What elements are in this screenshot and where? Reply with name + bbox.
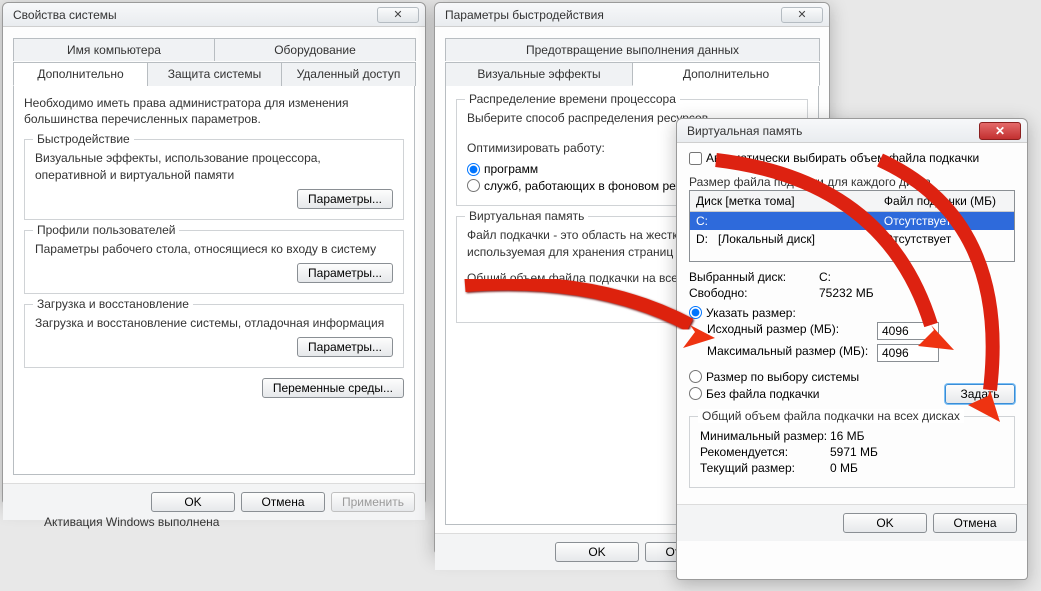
sysprops-tabs-row1: Имя компьютера Оборудование [13, 37, 415, 61]
system-properties-window: Свойства системы ✕ Имя компьютера Оборуд… [2, 2, 426, 504]
sysprops-titlebar: Свойства системы ✕ [3, 3, 425, 27]
per-disk-label: Размер файла подкачки для каждого диска [689, 174, 1015, 190]
disk-row-d[interactable]: D: [Локальный диск] Отсутствует [690, 230, 1014, 248]
close-icon[interactable]: ✕ [781, 7, 823, 23]
profiles-settings-button[interactable]: Параметры... [297, 263, 393, 283]
rec-value: 5971 МБ [830, 445, 878, 459]
scheduling-legend: Распределение времени процессора [465, 92, 680, 106]
min-label: Минимальный размер: [700, 429, 830, 443]
disk-row-c[interactable]: C: Отсутствует [690, 212, 1014, 230]
perfopts-tabs-row1: Предотвращение выполнения данных [445, 37, 819, 61]
cur-value: 0 МБ [830, 461, 858, 475]
selected-disk-label: Выбранный диск: [689, 270, 819, 284]
sysprops-ok-button[interactable]: OK [151, 492, 235, 512]
performance-settings-button[interactable]: Параметры... [297, 189, 393, 209]
perfopts-titlebar: Параметры быстродействия ✕ [435, 3, 829, 27]
radio-custom-size[interactable]: Указать размер: [689, 306, 1001, 320]
rec-label: Рекомендуется: [700, 445, 830, 459]
perfopts-ok-button[interactable]: OK [555, 542, 639, 562]
startup-legend: Загрузка и восстановление [33, 297, 193, 311]
startup-text: Загрузка и восстановление системы, отлад… [35, 315, 393, 331]
tab-remote[interactable]: Удаленный доступ [281, 62, 416, 86]
auto-manage-checkbox[interactable]: Автоматически выбирать объем файла подка… [689, 151, 979, 165]
col-file: Файл подкачки (МБ) [878, 191, 1014, 211]
close-icon[interactable]: ✕ [377, 7, 419, 23]
sysprops-apply-button[interactable]: Применить [331, 492, 415, 512]
sysprops-cancel-button[interactable]: Отмена [241, 492, 325, 512]
activation-status: Активация Windows выполнена [44, 515, 219, 529]
vmem-footer: OK Отмена [677, 504, 1027, 541]
max-size-input[interactable] [877, 344, 939, 362]
profiles-text: Параметры рабочего стола, относящиеся ко… [35, 241, 393, 257]
performance-text: Визуальные эффекты, использование процес… [35, 150, 393, 182]
cur-label: Текущий размер: [700, 461, 830, 475]
admin-rights-note: Необходимо иметь права администратора дл… [24, 95, 404, 127]
tab-system-protection[interactable]: Защита системы [147, 62, 282, 86]
radio-services[interactable]: служб, работающих в фоновом режиме [467, 179, 705, 193]
tab-dep[interactable]: Предотвращение выполнения данных [445, 38, 820, 61]
tab-advanced-perf[interactable]: Дополнительно [632, 62, 820, 86]
vmem-titlebar: Виртуальная память ✕ [677, 119, 1027, 143]
initial-size-label: Исходный размер (МБ): [707, 322, 877, 340]
vmem-title: Виртуальная память [687, 124, 802, 138]
vmem-ok-button[interactable]: OK [843, 513, 927, 533]
free-label: Свободно: [689, 286, 819, 300]
vmem-legend: Виртуальная память [465, 209, 588, 223]
tab-hardware[interactable]: Оборудование [214, 38, 416, 61]
sysprops-title: Свойства системы [13, 8, 117, 22]
free-value: 75232 МБ [819, 286, 874, 300]
disk-list-header: Диск [метка тома] Файл подкачки (МБ) [690, 191, 1014, 212]
close-icon[interactable]: ✕ [979, 122, 1021, 140]
perfopts-title: Параметры быстродействия [445, 8, 604, 22]
env-vars-button[interactable]: Переменные среды... [262, 378, 404, 398]
col-disk: Диск [метка тома] [690, 191, 878, 211]
virtual-memory-window: Виртуальная память ✕ Автоматически выбир… [676, 118, 1028, 580]
profiles-legend: Профили пользователей [33, 223, 179, 237]
set-button[interactable]: Задать [945, 384, 1015, 404]
radio-no-paging[interactable]: Без файла подкачки [689, 387, 931, 401]
tab-computer-name[interactable]: Имя компьютера [13, 38, 215, 61]
total-legend: Общий объем файла подкачки на всех диска… [698, 409, 964, 423]
initial-size-input[interactable] [877, 322, 939, 340]
perfopts-tabs-row2: Визуальные эффекты Дополнительно [445, 61, 819, 85]
sysprops-tabs-row2: Дополнительно Защита системы Удаленный д… [13, 61, 415, 85]
disk-list[interactable]: Диск [метка тома] Файл подкачки (МБ) C: … [689, 190, 1015, 262]
tab-visual-effects[interactable]: Визуальные эффекты [445, 62, 633, 86]
selected-disk-value: C: [819, 270, 831, 284]
max-size-label: Максимальный размер (МБ): [707, 344, 877, 362]
radio-programs[interactable]: программ [467, 162, 538, 176]
vmem-cancel-button[interactable]: Отмена [933, 513, 1017, 533]
startup-settings-button[interactable]: Параметры... [297, 337, 393, 357]
radio-system-managed[interactable]: Размер по выбору системы [689, 370, 1001, 384]
performance-legend: Быстродействие [33, 132, 134, 146]
tab-advanced[interactable]: Дополнительно [13, 62, 148, 86]
min-value: 16 МБ [830, 429, 865, 443]
